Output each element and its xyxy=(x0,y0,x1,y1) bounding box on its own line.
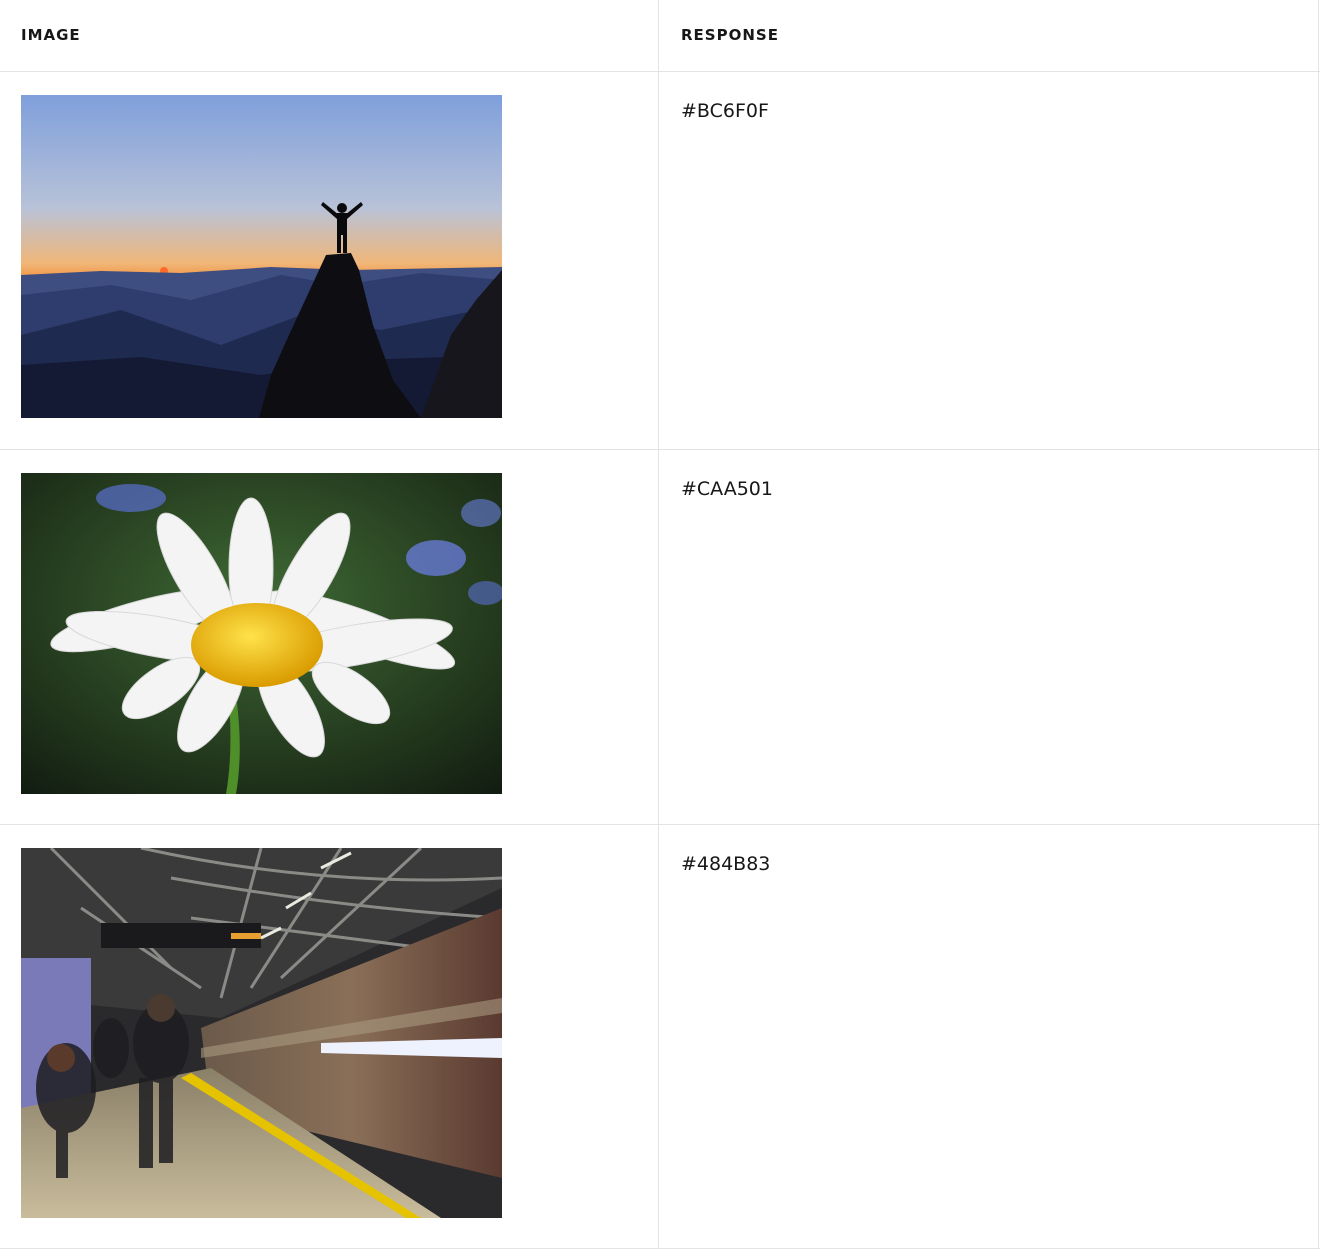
response-value: #484B83 xyxy=(681,853,771,875)
table-row: #CAA501 xyxy=(0,450,1320,825)
color-response-table: IMAGE RESPONSE #BC6F0F #CAA501 #484B83 xyxy=(0,0,1320,1249)
response-value: #CAA501 xyxy=(681,478,773,500)
table-row: #BC6F0F xyxy=(0,72,1320,450)
response-value: #BC6F0F xyxy=(681,100,769,122)
table-row: #484B83 xyxy=(0,825,1320,1249)
header-response: RESPONSE xyxy=(681,26,779,44)
mountain-sunset-image xyxy=(21,95,502,418)
subway-platform-image xyxy=(21,848,502,1218)
daisy-image xyxy=(21,473,502,794)
header-image: IMAGE xyxy=(21,26,81,44)
table-header: IMAGE RESPONSE xyxy=(0,0,1320,72)
